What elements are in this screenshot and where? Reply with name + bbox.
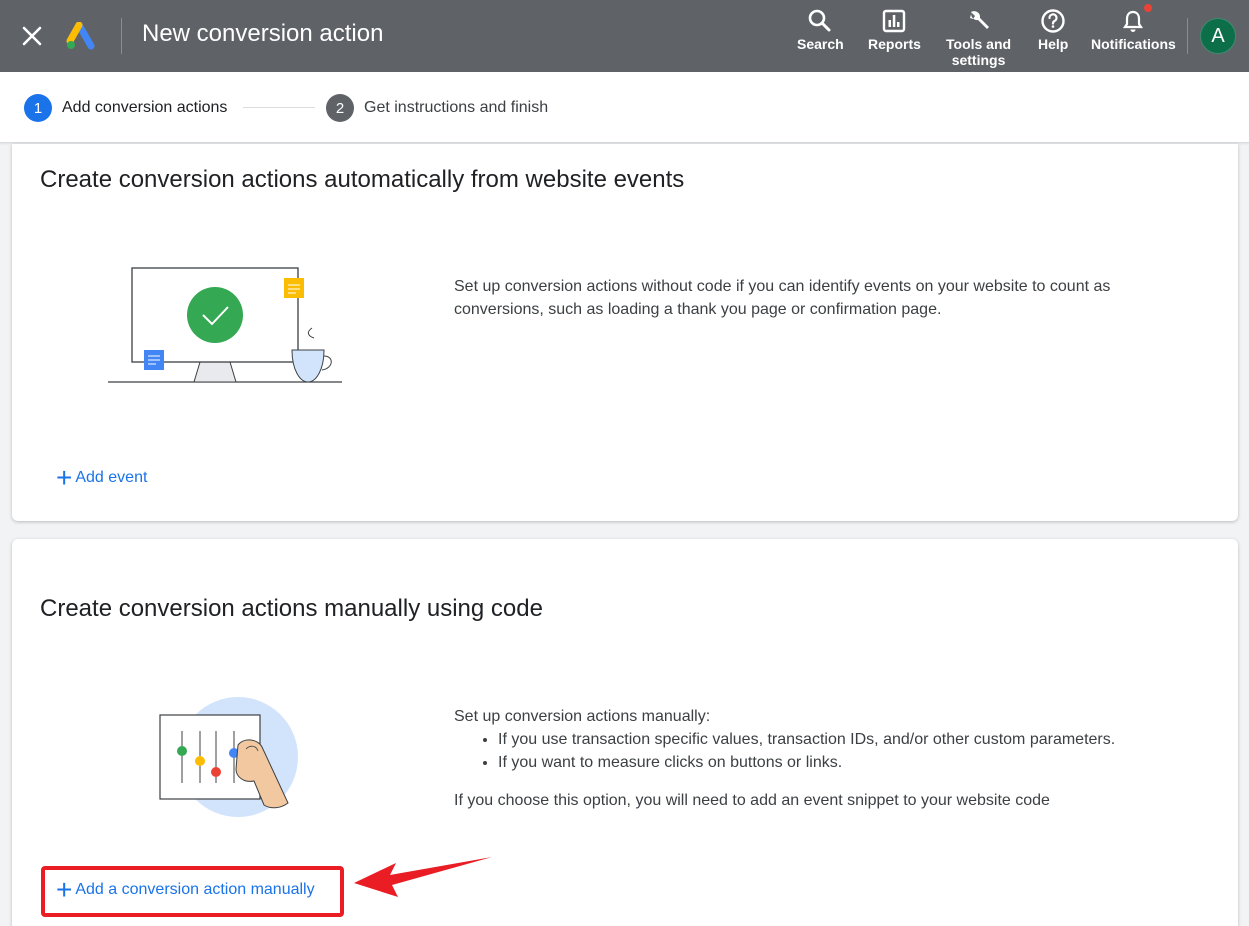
step-add-conversion-actions[interactable]: 1 Add conversion actions — [24, 94, 227, 122]
auto-conversion-card: Create conversion actions automatically … — [12, 144, 1238, 521]
account-avatar[interactable]: A — [1200, 18, 1236, 54]
step-get-instructions[interactable]: 2 Get instructions and finish — [326, 94, 548, 122]
tools-and-settings-button[interactable]: Tools and settings — [946, 8, 1011, 68]
add-event-button[interactable]: + Add event — [56, 462, 148, 493]
stepper: 1 Add conversion actions 2 Get instructi… — [0, 72, 1249, 143]
manual-section-description: Set up conversion actions manually: If y… — [454, 705, 1214, 812]
top-app-bar: New conversion action Search Reports Too… — [0, 0, 1249, 72]
step-number: 1 — [24, 94, 52, 122]
google-ads-logo-icon — [66, 22, 95, 50]
step-label: Add conversion actions — [62, 99, 228, 116]
auto-section-title: Create conversion actions automatically … — [40, 166, 685, 193]
notifications-button[interactable]: Notifications — [1091, 4, 1176, 52]
search-label: Search — [797, 36, 844, 52]
notifications-label: Notifications — [1091, 36, 1176, 52]
bell-icon — [1123, 10, 1144, 32]
step-connector — [243, 107, 315, 108]
reports-icon — [883, 9, 906, 33]
tools-label-line1: Tools and — [946, 36, 1012, 52]
header-divider — [121, 18, 122, 54]
wrench-icon — [969, 11, 989, 29]
search-icon — [809, 9, 831, 32]
search-button[interactable]: Search — [797, 8, 844, 52]
reports-label: Reports — [868, 36, 921, 52]
manual-code-illustration — [159, 697, 298, 817]
close-icon — [22, 26, 42, 46]
help-button[interactable]: Help — [1038, 8, 1068, 52]
add-event-label: Add event — [75, 469, 148, 486]
manual-note: If you choose this option, you will need… — [454, 792, 1050, 809]
highlight-annotation-box — [41, 866, 344, 917]
auto-section-description: Set up conversion actions without code i… — [454, 278, 1111, 318]
list-item: If you want to measure clicks on buttons… — [498, 751, 1214, 774]
manual-bullets: If you use transaction specific values, … — [498, 728, 1214, 774]
list-item: If you use transaction specific values, … — [498, 728, 1214, 751]
reports-button[interactable]: Reports — [868, 8, 921, 52]
notification-badge — [1144, 4, 1153, 12]
step-number: 2 — [326, 94, 354, 122]
tools-label-line2: settings — [951, 52, 1006, 68]
step-label: Get instructions and finish — [364, 99, 549, 116]
close-button[interactable] — [14, 18, 50, 54]
manual-intro: Set up conversion actions manually: — [454, 708, 711, 725]
header-divider-right — [1187, 18, 1188, 54]
help-icon — [1041, 9, 1065, 33]
plus-icon: + — [56, 462, 73, 493]
page-title: New conversion action — [142, 20, 384, 47]
red-arrow-icon — [354, 857, 492, 897]
help-label: Help — [1038, 36, 1069, 52]
manual-section-title: Create conversion actions manually using… — [40, 595, 543, 622]
website-events-illustration — [108, 267, 342, 383]
